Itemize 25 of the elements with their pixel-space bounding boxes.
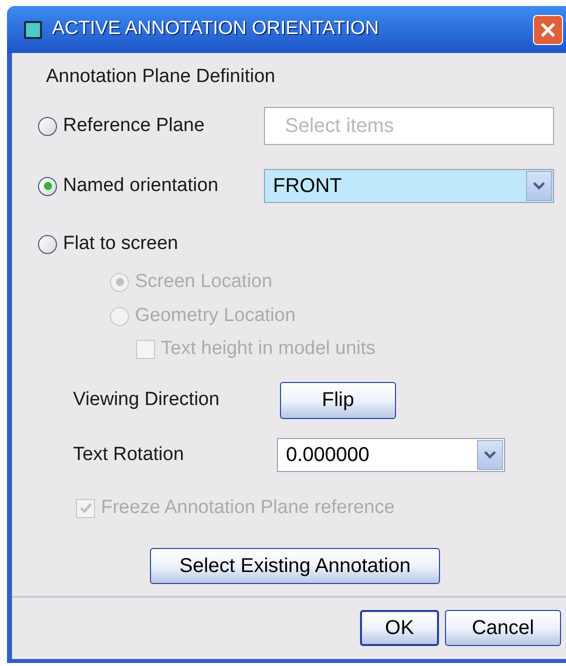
orientation-dropdown[interactable]: FRONT xyxy=(264,169,554,203)
section-label: Annotation Plane Definition xyxy=(46,65,276,89)
field-label: Viewing Direction xyxy=(73,388,220,412)
radio-button[interactable] xyxy=(38,234,57,254)
flip-button[interactable]: Flip xyxy=(280,382,396,418)
radio-button[interactable] xyxy=(38,116,57,136)
option-label: Screen Location xyxy=(135,270,272,294)
field-label: Text Rotation xyxy=(73,442,185,467)
dialog-button[interactable]: Cancel xyxy=(445,610,561,646)
checkbox-label: Freeze Annotation Plane reference xyxy=(101,496,395,520)
cube-icon xyxy=(24,20,42,38)
rotation-dropdown[interactable]: 0.000000 xyxy=(277,438,505,472)
close-icon xyxy=(539,20,557,38)
option-label: Geometry Location xyxy=(135,304,296,328)
option-label: Flat to screen xyxy=(63,232,180,256)
checkbox-label: Text height in model units xyxy=(161,336,376,361)
dialog-button[interactable]: OK xyxy=(360,610,439,646)
input-field[interactable]: Select items xyxy=(264,107,554,145)
select-existing-button[interactable]: Select Existing Annotation xyxy=(150,548,440,584)
option-label: Reference Plane xyxy=(63,114,206,138)
close-button[interactable] xyxy=(533,14,563,44)
window-title: ACTIVE ANNOTATION ORIENTATION xyxy=(52,17,379,42)
checkmark-icon xyxy=(78,501,92,515)
option-label: Named orientation xyxy=(63,174,220,198)
radio-button[interactable] xyxy=(38,176,57,196)
